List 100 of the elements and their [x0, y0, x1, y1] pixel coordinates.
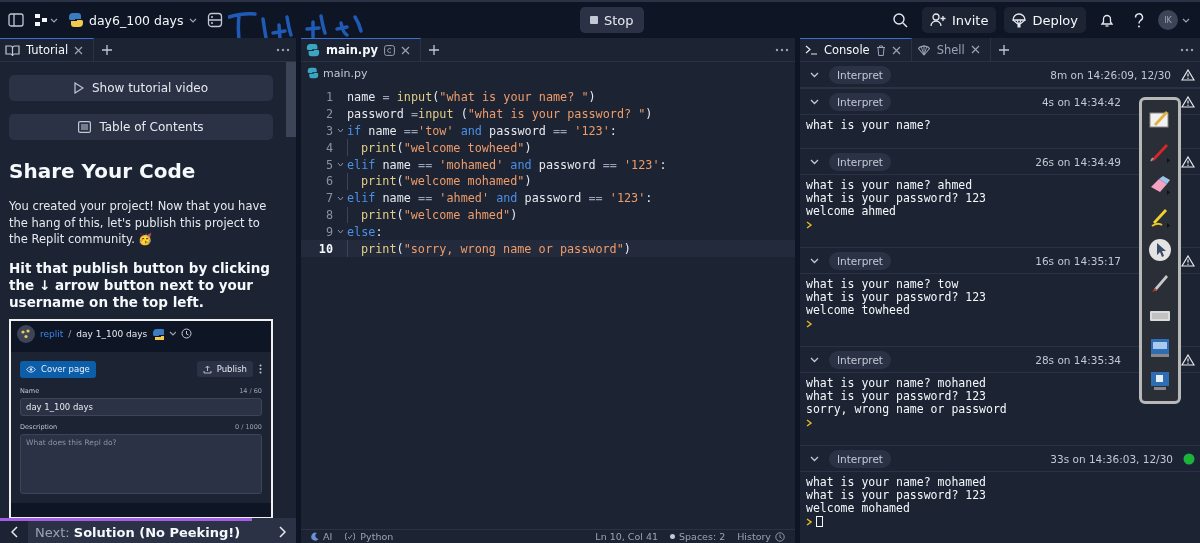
console-output: what is your password? 123: [806, 488, 986, 502]
close-icon[interactable]: [970, 45, 980, 54]
run-mode-tag: Interpret: [829, 65, 891, 84]
table-of-contents-button[interactable]: Table of Contents: [9, 114, 273, 140]
project-name: day 1_100 days: [76, 328, 148, 339]
fold-chevron-icon[interactable]: [336, 162, 344, 168]
history-button[interactable]: History: [737, 531, 785, 542]
code-line: password =input ("what is your password? "): [347, 107, 653, 122]
name-field[interactable]: day 1_100 days: [20, 397, 262, 416]
language-button[interactable]: Python: [344, 531, 394, 542]
history-icon: [775, 531, 785, 542]
console-output: what is your name? mohaned: [806, 376, 986, 390]
terminal-icon: [805, 45, 818, 55]
line-number: 2: [324, 107, 333, 122]
close-icon[interactable]: [891, 45, 901, 55]
owner-link[interactable]: replit: [40, 328, 64, 339]
code-line: if name =='tow' and password == '123':: [347, 124, 617, 138]
console-output: what is your name?: [806, 118, 931, 132]
more-icon[interactable]: [259, 364, 262, 374]
cover-page-button[interactable]: Cover page: [20, 360, 96, 378]
chevron-down-icon[interactable]: [810, 455, 819, 462]
plus-icon[interactable]: [998, 44, 1009, 55]
sidebar-toggle-icon[interactable]: [8, 13, 24, 27]
fold-chevron-icon[interactable]: [336, 195, 344, 201]
project-selector[interactable]: day6_100 days: [68, 12, 197, 28]
chevron-down-icon[interactable]: [810, 98, 819, 105]
console-output: welcome ahmed: [806, 204, 896, 218]
tutorial-heading: Share Your Code: [9, 159, 197, 183]
run-timestamp: 8m on 14:26:09, 12/30: [1050, 68, 1171, 81]
help-icon[interactable]: [1134, 12, 1144, 28]
chevron-down-icon[interactable]: [810, 158, 819, 165]
code-line: print("welcome ahmed"): [361, 207, 518, 222]
more-icon[interactable]: [775, 47, 789, 52]
breadcrumb-file[interactable]: main.py: [307, 66, 368, 80]
tutorial-instruction: Hit that publish button by clicking the ↓ arrow button next to your username on the top left.: [9, 259, 271, 311]
chevron-right-icon: [279, 526, 286, 538]
deploy-button[interactable]: Deploy: [1004, 7, 1086, 33]
plus-icon[interactable]: [102, 44, 113, 55]
search-icon[interactable]: [893, 12, 908, 28]
line-number: 5: [324, 157, 333, 172]
bell-icon[interactable]: [1100, 12, 1114, 28]
eye-icon: [26, 365, 36, 373]
close-icon[interactable]: [401, 45, 410, 55]
trash-icon[interactable]: [875, 44, 886, 56]
code-line: elif name == 'ahmed' and password == '123':: [347, 191, 653, 206]
line-number: 7: [324, 191, 333, 206]
file-tab[interactable]: main.py: [301, 37, 421, 62]
panel-tab[interactable]: Shell: [911, 37, 991, 62]
parachute-icon: [1012, 12, 1027, 28]
plus-icon[interactable]: [429, 44, 439, 55]
list-icon: [78, 121, 92, 133]
more-icon[interactable]: [1180, 47, 1194, 52]
console-output: what is your password? 123: [806, 290, 986, 304]
shell-icon: [916, 43, 931, 56]
cursor-position[interactable]: Ln 10, Col 41: [595, 531, 658, 542]
pointer-icon[interactable]: [1148, 238, 1172, 263]
run-mode-tag: Interpret: [829, 350, 891, 369]
indentation-button[interactable]: Spaces: 2: [670, 531, 726, 542]
fold-chevron-icon[interactable]: [336, 229, 344, 235]
ink-mark-drawing: [305, 14, 327, 39]
python-icon: [306, 43, 320, 57]
console-output: what is your name? mohamed: [806, 475, 986, 489]
console-output: welcome mohamed: [806, 501, 910, 515]
ink-mark-drawing: [335, 15, 363, 37]
code-line: name = input("what is your name? "): [347, 90, 596, 105]
history-icon: [181, 328, 193, 339]
line-number: 4: [324, 140, 333, 155]
moon-icon: [311, 532, 319, 541]
close-icon[interactable]: [74, 45, 84, 55]
panel-tab[interactable]: Console: [800, 37, 912, 62]
panel-tab[interactable]: Tutorial: [0, 37, 95, 62]
console-output: what is your password? 123: [806, 389, 986, 403]
caret-icon: [169, 331, 177, 336]
scrollbar-thumb[interactable]: [286, 62, 296, 137]
ink-mark-drawing: [271, 15, 293, 41]
chevron-down-icon[interactable]: [810, 257, 819, 264]
next-lesson-button[interactable]: Next: Solution (No Peeking!): [28, 521, 296, 543]
stop-icon: [590, 16, 598, 24]
tutorial-video-button[interactable]: Show tutorial video: [9, 75, 273, 101]
database-icon[interactable]: [206, 12, 223, 28]
tree-icon[interactable]: [34, 13, 58, 27]
console-output: what is your password? 123: [806, 191, 986, 205]
console-output: what is your name? ahmed: [806, 178, 973, 192]
tutorial-paragraph: You created your project! Now that you have the hang of this, let's publish this project to the Replit community. 🥳: [9, 198, 268, 248]
chevron-down-icon[interactable]: [810, 356, 819, 363]
python-icon: [68, 12, 84, 28]
invite-button[interactable]: Invite: [922, 7, 997, 33]
caret-icon: [1182, 17, 1190, 23]
line-number: 10: [317, 241, 333, 256]
caret-icon: [188, 17, 197, 23]
run-timestamp: 28s on 14:35:34: [1035, 353, 1121, 366]
fold-chevron-icon[interactable]: [336, 128, 344, 134]
publish-button[interactable]: Publish: [196, 361, 253, 377]
dot-icon: [670, 534, 675, 539]
line-number: 9: [324, 224, 333, 239]
ai-button[interactable]: AI: [311, 531, 333, 542]
more-icon[interactable]: [276, 47, 290, 52]
run-mode-tag: Interpret: [829, 92, 891, 111]
chevron-down-icon[interactable]: [810, 71, 819, 78]
stop-button[interactable]: Stop: [580, 7, 644, 33]
